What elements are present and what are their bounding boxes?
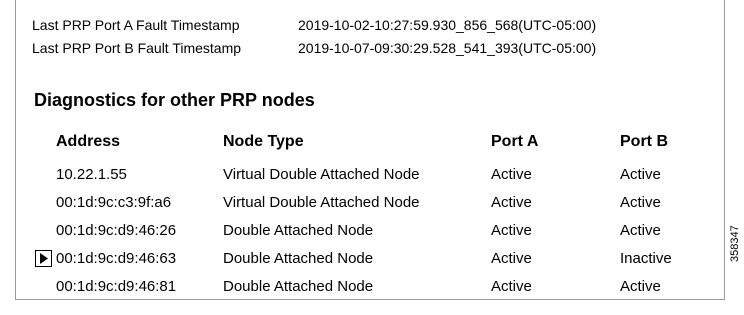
row-port-a[interactable]: Active: [491, 250, 532, 267]
row-address[interactable]: 00:1d:9c:d9:46:26: [56, 222, 176, 239]
row-address[interactable]: 00:1d:9c:d9:46:81: [56, 278, 176, 295]
column-header-port-a[interactable]: Port A: [491, 133, 538, 151]
row-selector-arrow-icon[interactable]: [35, 250, 52, 267]
port-b-fault-timestamp-value: 2019-10-07-09:30:29.528_541_393(UTC-05:0…: [298, 40, 597, 56]
port-a-fault-timestamp-row: Last PRP Port A Fault Timestamp 2019-10-0…: [32, 17, 596, 33]
port-b-fault-timestamp-label: Last PRP Port B Fault Timestamp: [32, 40, 242, 56]
row-port-a[interactable]: Active: [491, 278, 532, 295]
figure-id: 358347: [729, 225, 741, 262]
row-port-b[interactable]: Active: [620, 166, 661, 183]
port-b-fault-timestamp-row: Last PRP Port B Fault Timestamp 2019-10-0…: [32, 40, 596, 56]
row-port-b[interactable]: Inactive: [620, 250, 672, 267]
row-port-b[interactable]: Active: [620, 278, 661, 295]
row-port-b[interactable]: Active: [620, 194, 661, 211]
row-node-type[interactable]: Double Attached Node: [223, 222, 373, 239]
row-node-type[interactable]: Virtual Double Attached Node: [223, 166, 420, 183]
diagnostics-heading: Diagnostics for other PRP nodes: [34, 90, 315, 110]
row-node-type[interactable]: Double Attached Node: [223, 250, 373, 267]
column-header-address[interactable]: Address: [56, 133, 120, 151]
port-a-fault-timestamp-label: Last PRP Port A Fault Timestamp: [32, 17, 240, 33]
column-header-port-b[interactable]: Port B: [620, 133, 668, 151]
row-port-a[interactable]: Active: [491, 222, 532, 239]
row-node-type[interactable]: Virtual Double Attached Node: [223, 194, 420, 211]
column-header-node-type[interactable]: Node Type: [223, 133, 304, 151]
row-port-a[interactable]: Active: [491, 166, 532, 183]
row-node-type[interactable]: Double Attached Node: [223, 278, 373, 295]
row-address[interactable]: 00:1d:9c:d9:46:63: [56, 250, 176, 267]
port-a-fault-timestamp-value: 2019-10-02-10:27:59.930_856_568(UTC-05:0…: [298, 17, 597, 33]
row-address[interactable]: 10.22.1.55: [56, 166, 127, 183]
row-port-a[interactable]: Active: [491, 194, 532, 211]
diagnostics-panel: Last PRP Port A Fault Timestamp 2019-10-0…: [15, 0, 725, 300]
row-port-b[interactable]: Active: [620, 222, 661, 239]
row-address[interactable]: 00:1d:9c:c3:9f:a6: [56, 194, 171, 211]
